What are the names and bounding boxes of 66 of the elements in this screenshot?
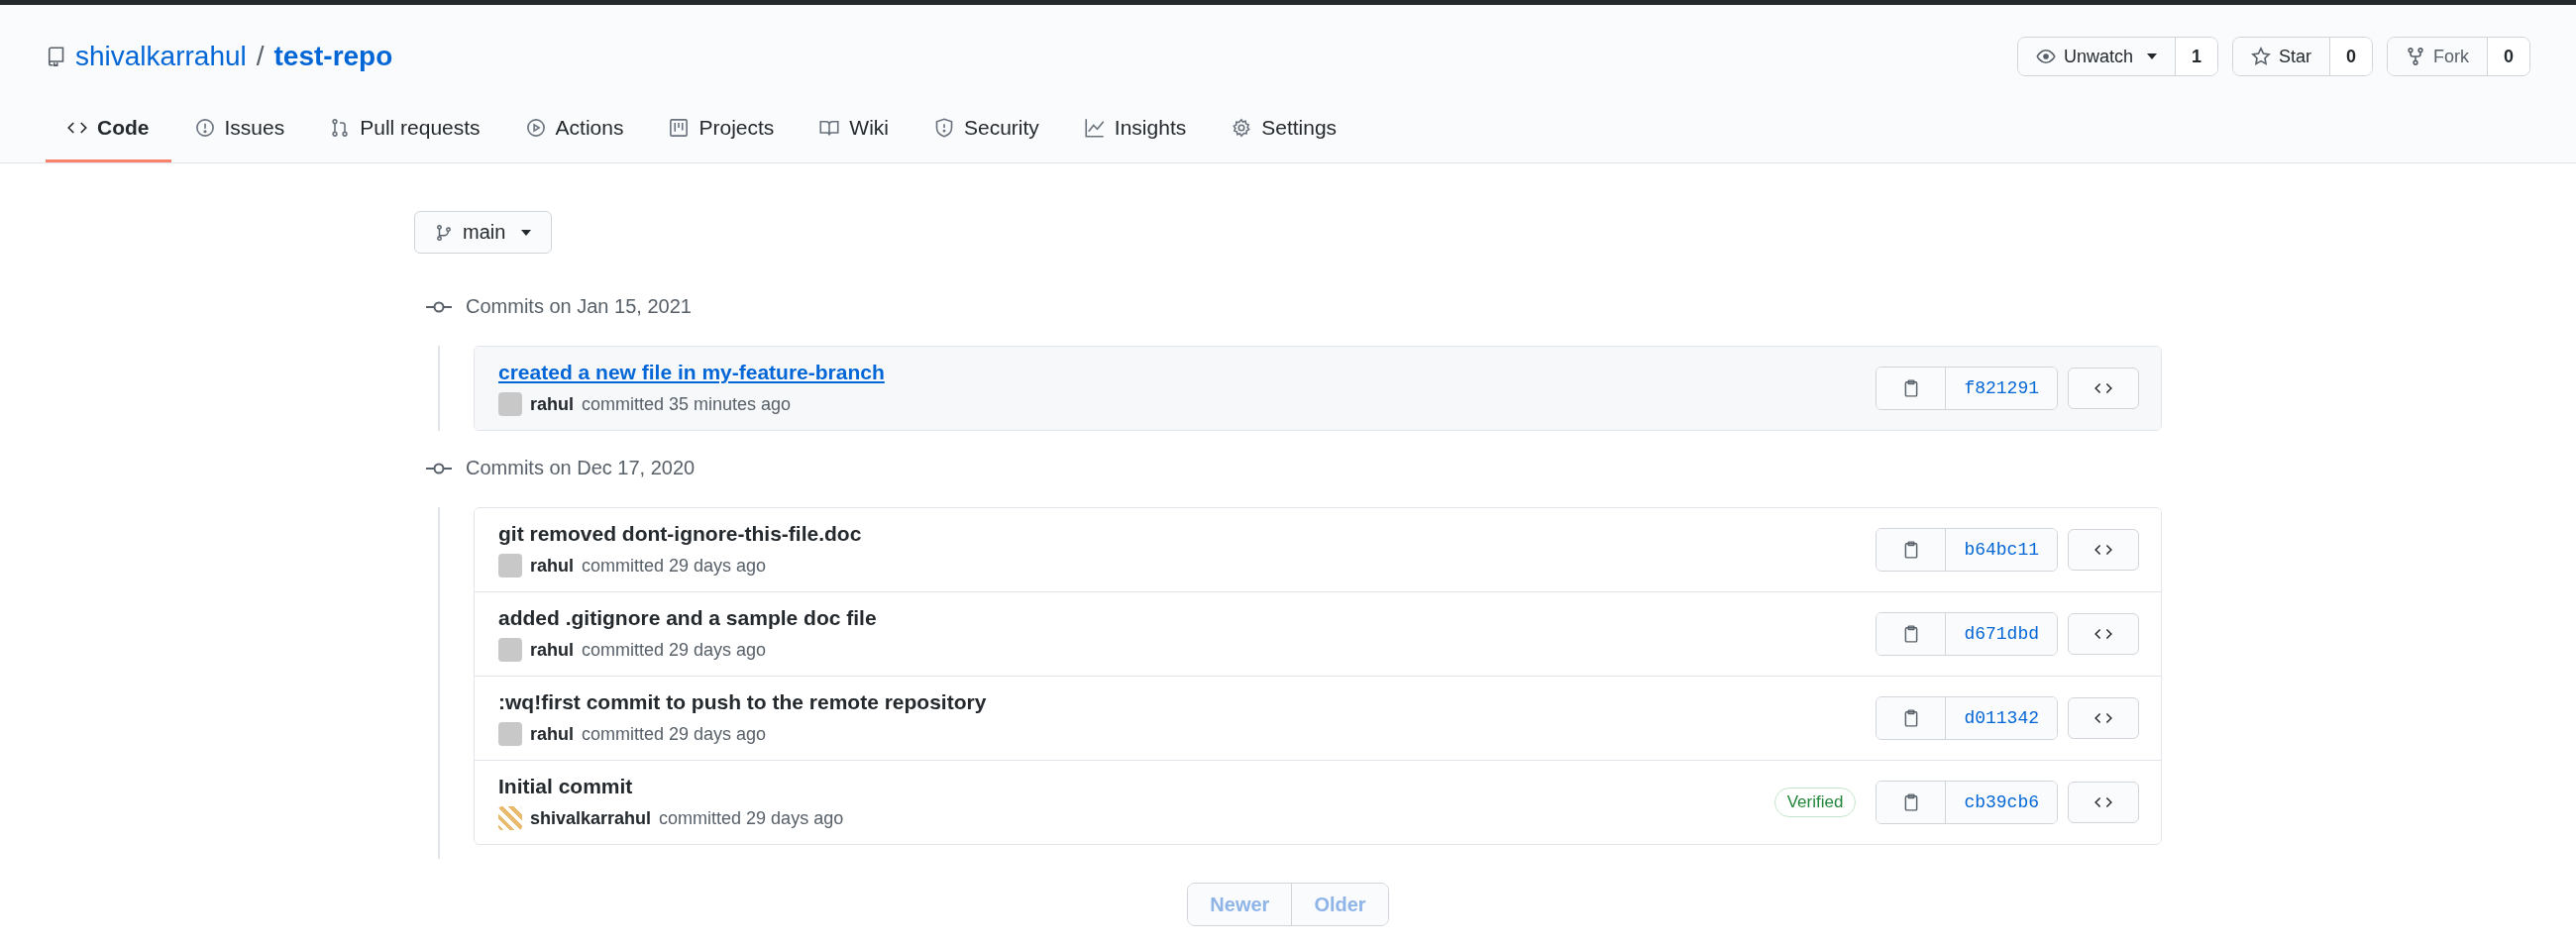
commit-time: committed 29 days ago [582,639,767,661]
avatar [498,554,522,578]
avatar [498,806,522,830]
author-name[interactable]: rahul [530,723,574,745]
nav-tab[interactable]: Security [912,102,1061,162]
nav-tab[interactable]: Projects [647,102,797,162]
shield-icon [934,118,954,138]
settings-icon [1232,118,1252,138]
copy-button[interactable] [1877,613,1947,655]
commit-time: committed 35 minutes ago [582,393,792,415]
commit-title-link[interactable]: added .gitignore and a sample doc file [498,606,877,629]
watch-button[interactable]: Unwatch [2017,38,2176,75]
commit-sha-link[interactable]: b64bc11 [1946,529,2057,571]
copy-button[interactable] [1877,697,1947,739]
fork-count[interactable]: 0 [2488,38,2529,75]
avatar [498,722,522,746]
owner-link[interactable]: shivalkarrahul [75,41,247,72]
caret-icon [521,229,532,236]
nav-tab[interactable]: Code [46,102,171,162]
author-name[interactable]: rahul [530,639,574,661]
commit-time: committed 29 days ago [582,723,767,745]
avatar [498,392,522,416]
copy-button[interactable] [1877,782,1947,823]
star-button[interactable]: Star [2232,38,2330,75]
nav-tab[interactable]: Actions [503,102,646,162]
star-count[interactable]: 0 [2329,38,2372,75]
branch-icon [435,223,453,242]
project-board-icon [669,118,690,138]
pull-request-icon [330,118,351,138]
commit-title-link[interactable]: git removed dont-ignore-this-file.doc [498,522,862,545]
repo-name-link[interactable]: test-repo [273,41,393,72]
nav-tab[interactable]: Pull requests [308,102,502,162]
commit-title-link[interactable]: :wq!first commit to push to the remote repository [498,690,987,713]
branch-select[interactable]: main [414,211,553,254]
avatar [498,638,522,662]
fork-button[interactable]: Fork [2388,38,2488,75]
commit-sha-link[interactable]: cb39cb6 [1946,782,2057,823]
issue-icon [194,118,215,138]
author-name[interactable]: shivalkarrahul [530,807,652,829]
date-heading: Commits on Dec 17, 2020 [466,457,696,479]
repo-icon [46,47,65,66]
commit-sha-link[interactable]: d671dbd [1946,613,2057,655]
watch-count[interactable]: 1 [2175,38,2217,75]
commit-time: committed 29 days ago [582,555,767,577]
commit-title-link[interactable]: created a new file in my-feature-branch [498,361,885,383]
commit-title-link[interactable]: Initial commit [498,775,633,797]
copy-button[interactable] [1877,368,1947,409]
author-name[interactable]: rahul [530,555,574,577]
commit-sha-link[interactable]: d011342 [1946,697,2057,739]
date-heading: Commits on Jan 15, 2021 [466,295,692,318]
caret-icon [2146,53,2157,59]
commit-time: committed 29 days ago [659,807,844,829]
fork-icon [2406,47,2425,66]
eye-icon [2035,47,2056,66]
star-icon [2250,47,2271,66]
graph-icon [1084,118,1105,138]
nav-tab[interactable]: Wiki [798,102,911,162]
book-icon [819,118,840,138]
copy-button[interactable] [1877,529,1947,571]
path-separator: / [256,41,265,72]
nav-tab[interactable]: Issues [172,102,307,162]
commit-sha-link[interactable]: f821291 [1946,368,2057,409]
nav-tab[interactable]: Insights [1062,102,1209,162]
nav-tab[interactable]: Settings [1210,102,1359,162]
play-icon [525,118,546,138]
author-name[interactable]: rahul [530,393,574,415]
